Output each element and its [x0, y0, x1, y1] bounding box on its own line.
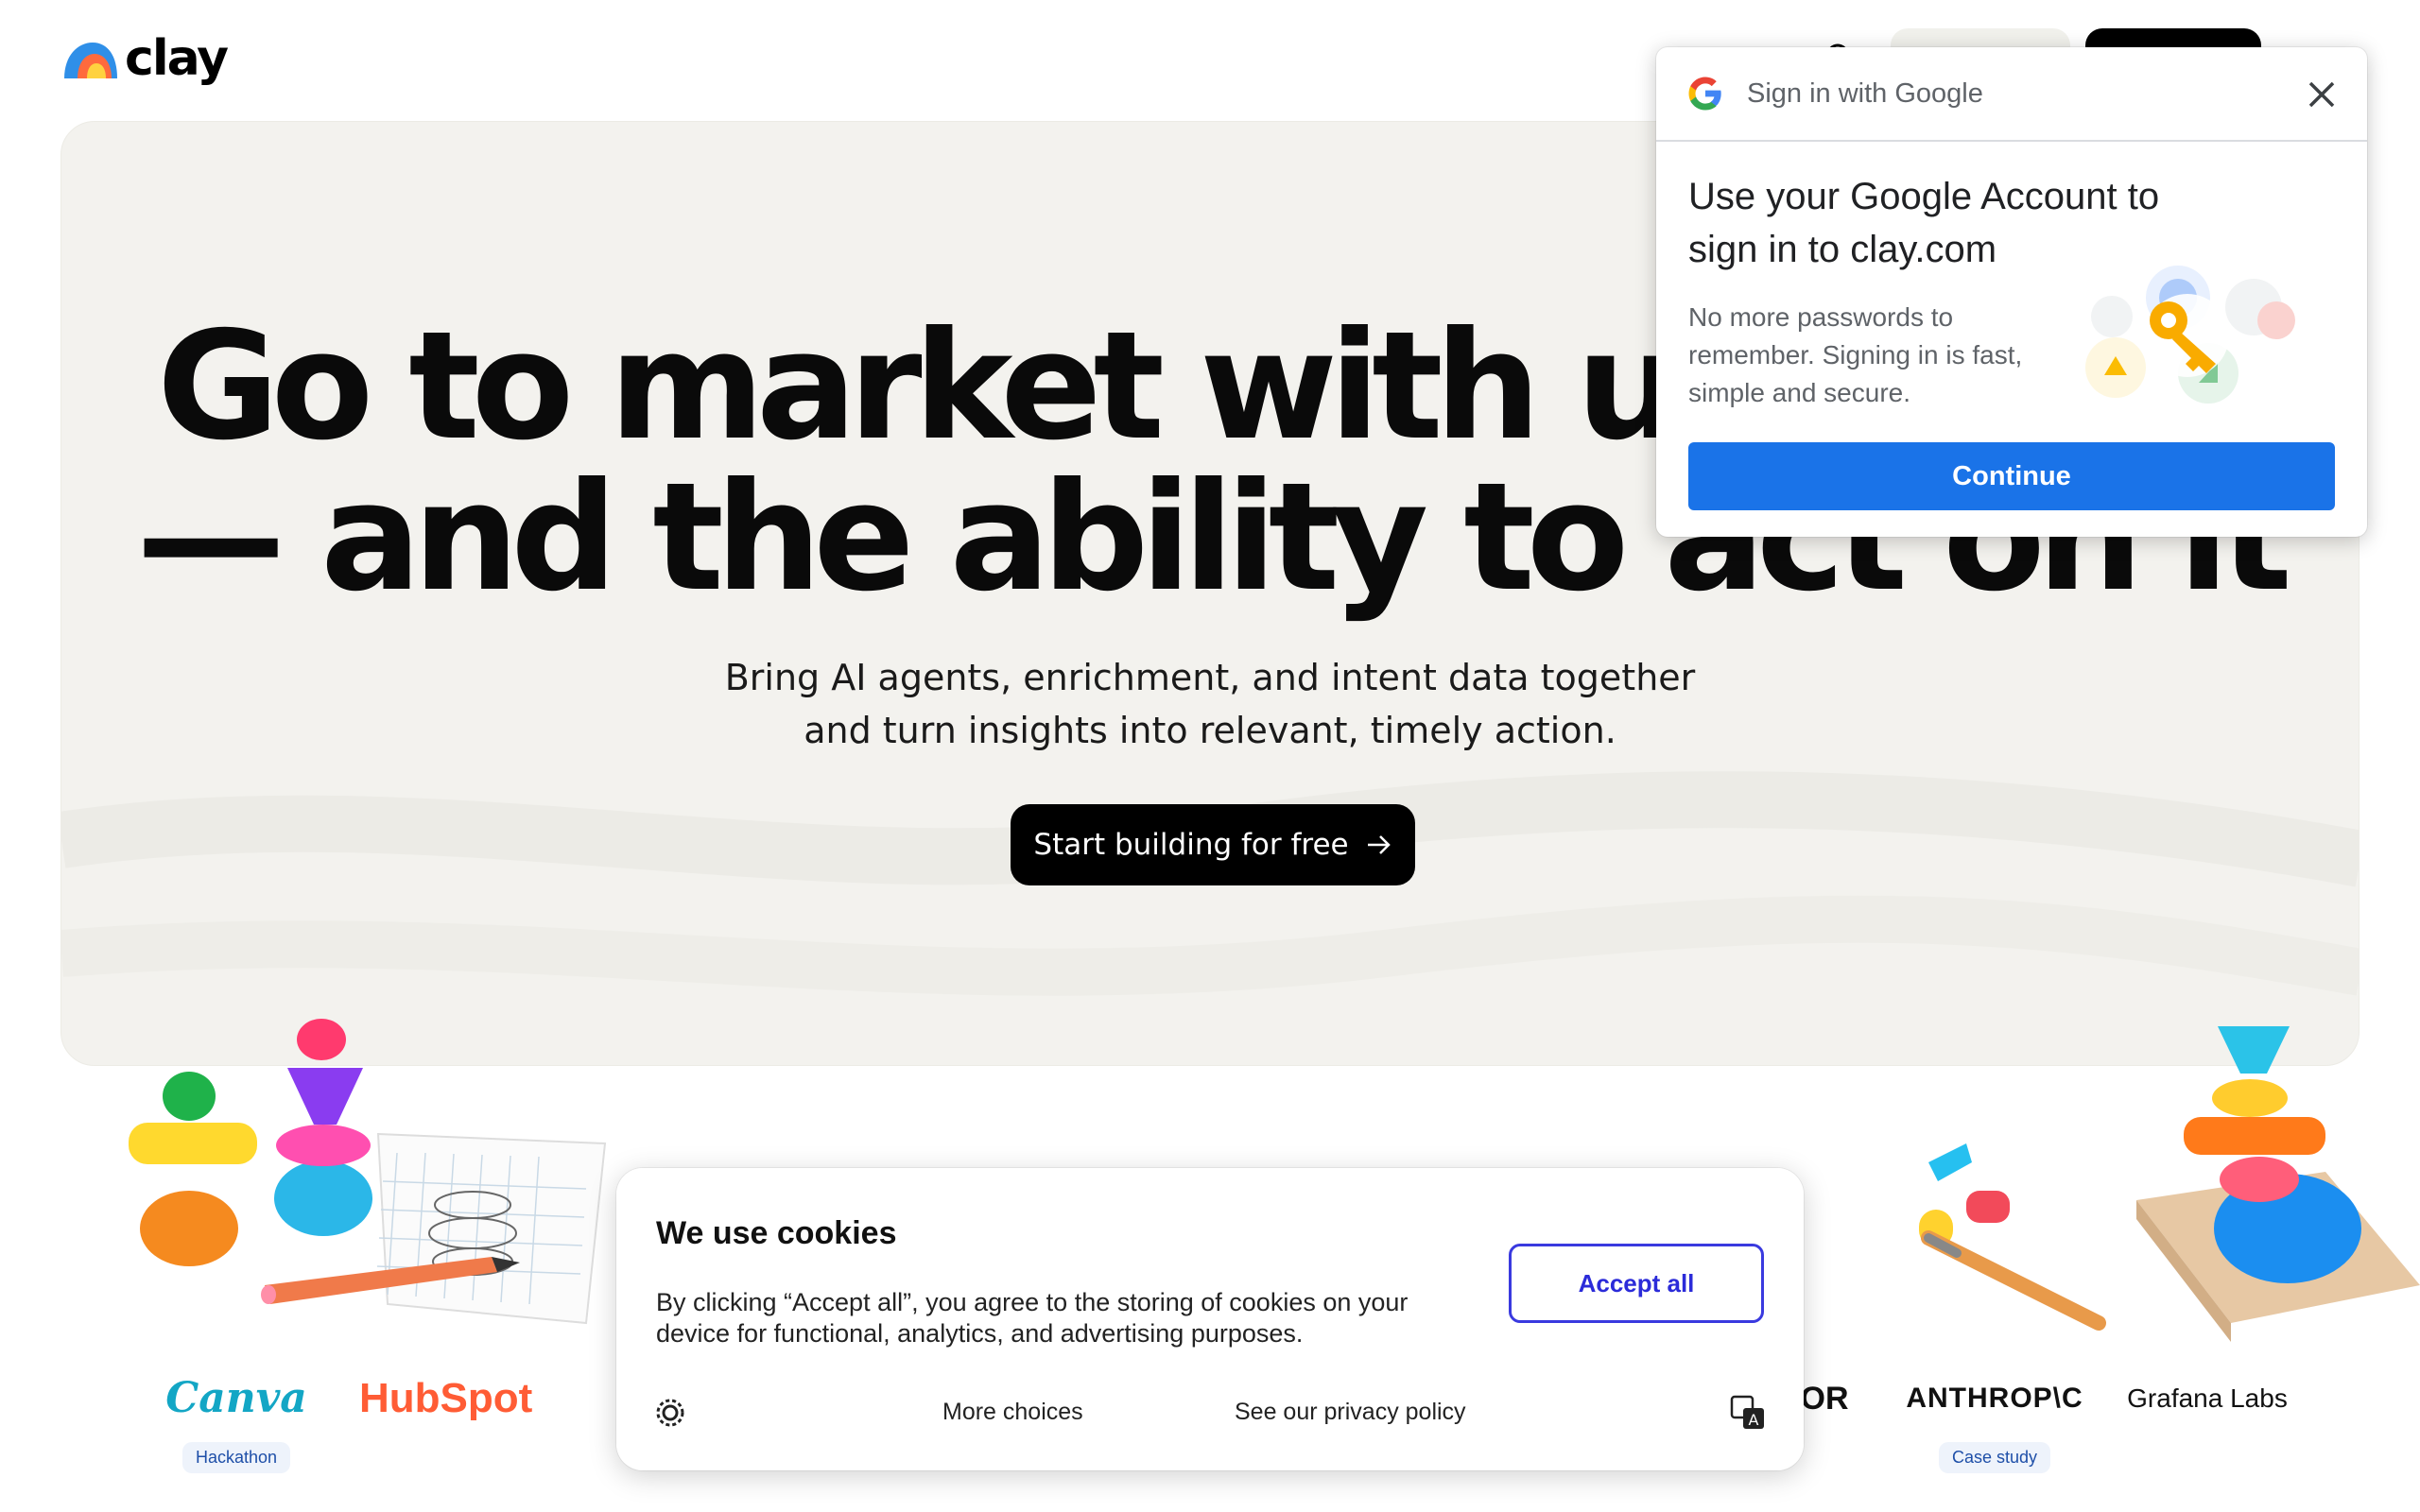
hero-subtitle-line1: Bring AI agents, enrichment, and intent …	[724, 657, 1696, 698]
cookie-text: By clicking “Accept all”, you agree to t…	[656, 1288, 1409, 1348]
brand-badge-case-study: Case study	[1938, 1442, 2051, 1473]
privacy-policy-link[interactable]: See our privacy policy	[1235, 1399, 1466, 1426]
clay-logo-icon	[64, 43, 117, 78]
clay-sculpture-left	[129, 1019, 607, 1325]
brand-canva[interactable]: Canva Hackathon	[142, 1361, 331, 1473]
cookie-title: We use cookies	[656, 1215, 897, 1251]
google-signin-description: No more passwords to remember. Signing i…	[1688, 302, 2023, 407]
svg-text:A: A	[1749, 1411, 1759, 1429]
arrow-right-icon	[1367, 835, 1391, 854]
cookie-banner: We use cookies By clicking “Accept all”,…	[616, 1168, 1804, 1470]
more-choices-link[interactable]: More choices	[942, 1399, 1083, 1426]
clay-logo[interactable]: clay	[60, 30, 229, 87]
clay-sculpture-right	[1919, 1026, 2420, 1342]
brand-grafana[interactable]: Grafana Labs	[2108, 1361, 2307, 1436]
hero-subtitle: Bring AI agents, enrichment, and intent …	[61, 651, 2359, 757]
google-g-icon	[1688, 77, 1721, 111]
google-continue-button[interactable]: Continue	[1688, 442, 2335, 510]
start-building-button[interactable]: Start building for free	[1011, 804, 1415, 885]
brand-badge-hackathon: Hackathon	[182, 1442, 291, 1473]
cookie-settings-icon[interactable]	[654, 1397, 686, 1429]
translate-icon[interactable]: A	[1730, 1395, 1766, 1431]
accept-all-button[interactable]: Accept all	[1509, 1244, 1764, 1323]
brand-anthropic[interactable]: ANTHROP\C Case study	[1891, 1361, 2099, 1473]
hero-subtitle-line2: and turn insights into relevant, timely …	[804, 710, 1616, 751]
brand-hubspot[interactable]: HubSpot	[359, 1361, 532, 1436]
close-icon[interactable]	[2305, 77, 2339, 112]
cta-label: Start building for free	[1033, 828, 1349, 862]
google-signin-header: Sign in with Google	[1656, 47, 2367, 142]
google-signin-dialog: Sign in with Google Use your Google Acco…	[1656, 47, 2367, 537]
google-signin-header-title: Sign in with Google	[1747, 77, 1983, 109]
logo-text: clay	[125, 30, 229, 87]
key-illustration-icon	[2085, 266, 2295, 404]
